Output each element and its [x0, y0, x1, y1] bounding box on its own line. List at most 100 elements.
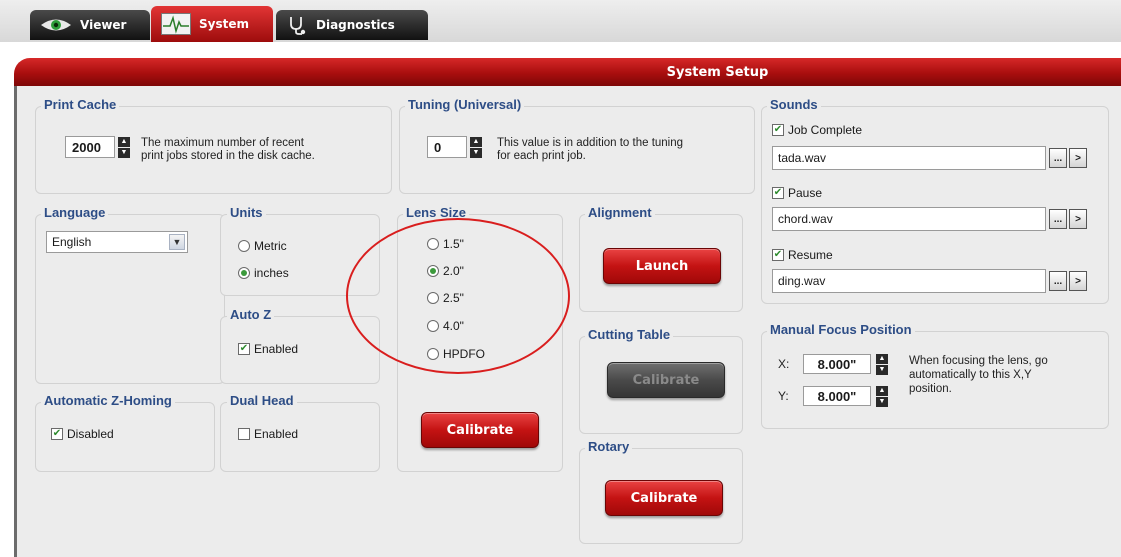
tab-system-label: System	[199, 17, 249, 31]
alignment-title: Alignment	[585, 205, 655, 220]
units-inches-label: inches	[254, 266, 289, 280]
auto-z-title: Auto Z	[227, 307, 275, 322]
lens-2-0-radio[interactable]: 2.0"	[427, 264, 464, 278]
focus-y-field[interactable]: 8.000"	[803, 386, 871, 406]
pulse-chart-icon	[161, 13, 191, 35]
browse-button[interactable]: ...	[1049, 148, 1067, 168]
sounds-title: Sounds	[767, 97, 821, 112]
pause-label: Pause	[788, 186, 823, 200]
print-cache-spinner[interactable]: 2000 ▲ ▼	[65, 136, 130, 158]
focus-desc-2: automatically to this X,Y	[909, 369, 1032, 381]
focus-x-field[interactable]: 8.000"	[803, 354, 871, 374]
cutting-table-calibrate-button[interactable]: Calibrate	[607, 362, 725, 398]
chevron-down-icon[interactable]: ▼	[169, 234, 185, 250]
radio-icon	[427, 238, 439, 250]
spin-up-icon[interactable]: ▲	[470, 136, 482, 147]
spin-up-icon[interactable]: ▲	[876, 385, 888, 396]
lens-1-5-label: 1.5"	[443, 237, 464, 251]
job-complete-checkbox[interactable]: ✔ Job Complete	[772, 123, 862, 137]
dual-head-label: Enabled	[254, 427, 299, 441]
focus-y-label: Y:	[778, 389, 789, 403]
tuning-title: Tuning (Universal)	[405, 97, 525, 112]
checkmark-icon: ✔	[772, 249, 784, 261]
manual-focus-title: Manual Focus Position	[767, 322, 915, 337]
spin-down-icon[interactable]: ▼	[876, 396, 888, 407]
print-cache-title: Print Cache	[41, 97, 120, 112]
radio-selected-icon	[238, 267, 250, 279]
checkmark-icon: ✔	[772, 124, 784, 136]
language-selected: English	[52, 235, 92, 249]
tab-diagnostics[interactable]: Diagnostics	[276, 10, 428, 40]
lens-4-0-radio[interactable]: 4.0"	[427, 319, 464, 333]
system-setup-title: System Setup	[666, 64, 769, 80]
alignment-launch-button[interactable]: Launch	[603, 248, 721, 284]
lens-4-0-label: 4.0"	[443, 319, 464, 333]
checkmark-icon: ✔	[51, 428, 63, 440]
lens-hpdfo-radio[interactable]: HPDFO	[427, 347, 485, 361]
play-button[interactable]: >	[1069, 148, 1087, 168]
tuning-spinner[interactable]: 0 ▲ ▼	[427, 136, 482, 158]
spin-down-icon[interactable]: ▼	[876, 364, 888, 375]
focus-y-spinner[interactable]: ▲ ▼	[873, 385, 888, 407]
print-cache-desc-1: The maximum number of recent	[141, 137, 304, 149]
auto-z-homing-title: Automatic Z-Homing	[41, 393, 175, 408]
focus-desc-1: When focusing the lens, go	[909, 355, 1048, 367]
dual-head-checkbox[interactable]: Enabled	[238, 427, 298, 441]
units-title: Units	[227, 205, 266, 220]
tuning-desc-2: for each print job.	[497, 150, 586, 162]
job-complete-sound-field[interactable]: tada.wav	[772, 146, 1046, 170]
play-button[interactable]: >	[1069, 271, 1087, 291]
resume-checkbox[interactable]: ✔ Resume	[772, 248, 833, 262]
spin-down-icon[interactable]: ▼	[118, 147, 130, 158]
spin-up-icon[interactable]: ▲	[118, 136, 130, 147]
rotary-calibrate-button[interactable]: Calibrate	[605, 480, 723, 516]
auto-z-homing-label: Disabled	[67, 427, 114, 441]
auto-z-label: Enabled	[254, 342, 299, 356]
radio-selected-icon	[427, 265, 439, 277]
pause-checkbox[interactable]: ✔ Pause	[772, 186, 822, 200]
resume-label: Resume	[788, 248, 833, 262]
resume-sound-field[interactable]: ding.wav	[772, 269, 1046, 293]
units-inches-radio[interactable]: inches	[238, 266, 289, 280]
lens-2-5-radio[interactable]: 2.5"	[427, 291, 464, 305]
job-complete-label: Job Complete	[788, 123, 863, 137]
focus-x-spinner[interactable]: ▲ ▼	[873, 353, 888, 375]
job-complete-file: tada.wav	[778, 151, 827, 165]
auto-z-checkbox[interactable]: ✔ Enabled	[238, 342, 298, 356]
tab-viewer-label: Viewer	[80, 18, 127, 32]
pause-file: chord.wav	[778, 212, 833, 226]
focus-desc-3: position.	[909, 383, 952, 395]
lens-2-0-label: 2.0"	[443, 264, 464, 278]
checkmark-icon: ✔	[772, 187, 784, 199]
checkmark-icon: ✔	[238, 343, 250, 355]
tab-system[interactable]: System	[151, 6, 273, 42]
browse-button[interactable]: ...	[1049, 209, 1067, 229]
checkbox-icon	[238, 428, 250, 440]
system-setup-header: System Setup	[14, 58, 1121, 86]
language-title: Language	[41, 205, 109, 220]
browse-button[interactable]: ...	[1049, 271, 1067, 291]
spin-up-icon[interactable]: ▲	[876, 353, 888, 364]
stethoscope-icon	[286, 15, 308, 35]
pause-sound-field[interactable]: chord.wav	[772, 207, 1046, 231]
print-cache-value[interactable]: 2000	[65, 136, 115, 158]
dual-head-title: Dual Head	[227, 393, 297, 408]
spin-down-icon[interactable]: ▼	[470, 147, 482, 158]
units-group	[220, 214, 380, 296]
lens-size-title: Lens Size	[403, 205, 469, 220]
units-metric-label: Metric	[254, 239, 287, 253]
lens-1-5-radio[interactable]: 1.5"	[427, 237, 464, 251]
tuning-desc-1: This value is in addition to the tuning	[497, 137, 684, 149]
tab-viewer[interactable]: Viewer	[30, 10, 150, 40]
units-metric-radio[interactable]: Metric	[238, 239, 287, 253]
radio-icon	[427, 292, 439, 304]
language-select[interactable]: English ▼	[46, 231, 188, 253]
lens-calibrate-button[interactable]: Calibrate	[421, 412, 539, 448]
tuning-value[interactable]: 0	[427, 136, 467, 158]
eye-icon	[40, 17, 72, 33]
auto-z-homing-checkbox[interactable]: ✔ Disabled	[51, 427, 114, 441]
system-setup-panel: Print Cache 2000 ▲ ▼ The maximum number …	[14, 86, 1121, 557]
play-button[interactable]: >	[1069, 209, 1087, 229]
tab-bar: Viewer System Diagnostics	[0, 0, 1121, 42]
radio-icon	[427, 348, 439, 360]
